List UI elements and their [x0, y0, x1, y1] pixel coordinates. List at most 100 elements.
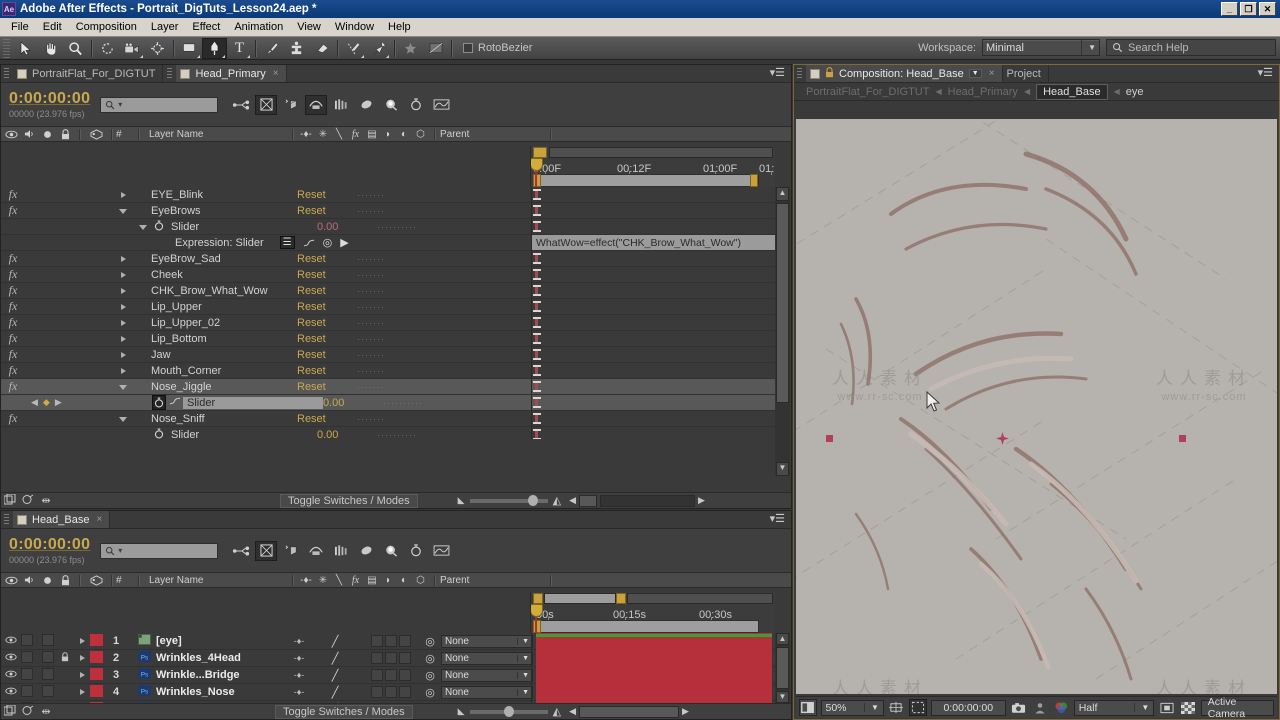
- playhead-handle[interactable]: [531, 604, 543, 617]
- property-value[interactable]: Reset: [297, 349, 357, 361]
- scroll-thumb[interactable]: [776, 647, 789, 689]
- zoom-slider[interactable]: [469, 494, 548, 506]
- property-value[interactable]: 0.00: [317, 221, 377, 233]
- parent-pickwhip-icon[interactable]: ◎: [419, 635, 441, 648]
- stopwatch-icon[interactable]: [152, 394, 166, 410]
- hide-shy-layers-icon[interactable]: [280, 541, 302, 561]
- label-color-swatch[interactable]: [90, 633, 103, 646]
- menu-item-effect[interactable]: Effect: [185, 19, 227, 35]
- timeline-base-vscrollbar[interactable]: ▲ ▼: [775, 633, 790, 703]
- work-area-end-handle[interactable]: [616, 593, 626, 604]
- twirl-open-icon[interactable]: [119, 208, 127, 214]
- current-timecode[interactable]: 0:00:00:00 00000 (23.976 fps): [1, 90, 90, 119]
- property-value[interactable]: Reset: [297, 189, 357, 201]
- enable-motion-blur-icon[interactable]: [330, 541, 352, 561]
- label-color-swatch[interactable]: [90, 684, 103, 697]
- layer-visibility-toggle[interactable]: [1, 635, 21, 647]
- work-area-start-handle[interactable]: [533, 593, 543, 604]
- menu-item-edit[interactable]: Edit: [36, 19, 69, 35]
- frame-blend-switch[interactable]: [371, 652, 383, 664]
- close-icon[interactable]: ×: [273, 68, 279, 79]
- draft-3d-icon[interactable]: [255, 94, 278, 115]
- close-icon[interactable]: ×: [989, 68, 995, 79]
- parent-dropdown[interactable]: None ▼: [441, 685, 533, 699]
- hscroll-right-icon[interactable]: ▶: [698, 495, 705, 506]
- panel-grip[interactable]: [4, 68, 9, 79]
- solo-toggle[interactable]: [39, 650, 56, 666]
- twirl-open-icon[interactable]: [119, 384, 127, 390]
- maximize-button[interactable]: ❐: [1240, 2, 1257, 16]
- layer-visibility-toggle[interactable]: [1, 669, 21, 681]
- parent-dropdown[interactable]: None ▼: [441, 634, 533, 648]
- layer-name[interactable]: Wrinkle...Bridge: [154, 669, 289, 681]
- comp-switches-icon[interactable]: [19, 494, 37, 508]
- layer-name[interactable]: Wrinkles_Nose: [154, 686, 289, 698]
- shape-tool-icon[interactable]: [177, 38, 202, 59]
- checkerboard-icon[interactable]: [1180, 699, 1197, 716]
- solo-toggle[interactable]: [39, 633, 56, 649]
- panel-menu-icon[interactable]: ▾☰: [770, 68, 785, 79]
- property-value[interactable]: Reset: [297, 413, 357, 425]
- parent-dropdown[interactable]: None ▼: [441, 651, 533, 665]
- menu-item-composition[interactable]: Composition: [69, 19, 144, 35]
- camera-view-dropdown[interactable]: Active Camera: [1200, 696, 1274, 720]
- menu-item-window[interactable]: Window: [328, 19, 381, 35]
- draft-3d-icon[interactable]: [255, 540, 278, 561]
- rotobezier-option[interactable]: RotoBezier: [463, 42, 532, 54]
- audio-toggle[interactable]: [21, 650, 33, 663]
- zoom-slider[interactable]: [469, 705, 548, 717]
- current-timecode[interactable]: 0:00:00:00 00000 (23.976 fps): [1, 536, 90, 565]
- region-of-interest-icon[interactable]: [909, 699, 927, 716]
- tab-head-base[interactable]: Head_Base ×: [13, 511, 111, 528]
- transparency-grid-icon[interactable]: [1158, 699, 1175, 716]
- layer-handle[interactable]: [1179, 435, 1186, 442]
- auto-keyframe-icon[interactable]: [405, 541, 427, 561]
- twirl-closed-icon[interactable]: [120, 351, 126, 358]
- panel-menu-icon[interactable]: ▾☰: [1258, 68, 1273, 79]
- search-help-input[interactable]: Search Help: [1106, 39, 1276, 56]
- twirl-closed-icon[interactable]: [120, 287, 126, 294]
- close-icon[interactable]: ×: [97, 514, 103, 525]
- property-value[interactable]: Reset: [297, 317, 357, 329]
- work-area-bar[interactable]: [544, 593, 616, 604]
- tab-project[interactable]: Project: [1002, 65, 1049, 82]
- scroll-thumb[interactable]: [776, 203, 789, 403]
- comp-switches-icon[interactable]: [19, 705, 37, 719]
- enable-motion-blur-icon[interactable]: [330, 95, 352, 115]
- breadcrumb-item-eye[interactable]: eye: [1126, 86, 1144, 98]
- hscroll-track[interactable]: [599, 494, 695, 507]
- motion-blur-switch[interactable]: [385, 635, 397, 647]
- quality-switch[interactable]: ╱: [325, 652, 345, 665]
- property-value[interactable]: Reset: [297, 333, 357, 345]
- zoom-right-handle[interactable]: [750, 174, 758, 187]
- pan-behind-tool-icon[interactable]: [145, 38, 170, 59]
- eraser-tool-icon[interactable]: [309, 38, 334, 59]
- layer-duration-bar[interactable]: [536, 650, 772, 667]
- adjustment-switch[interactable]: [399, 652, 411, 664]
- twirl-closed-icon[interactable]: [79, 638, 85, 644]
- layer-visibility-toggle[interactable]: [1, 686, 21, 698]
- audio-toggle[interactable]: [21, 633, 33, 646]
- quality-switch[interactable]: ╱: [325, 669, 345, 682]
- pen-tool-icon[interactable]: [202, 37, 227, 59]
- graph-editor-icon[interactable]: [430, 541, 452, 561]
- twirl-closed-icon[interactable]: [120, 255, 126, 262]
- toggle-switches-modes-button[interactable]: Toggle Switches / Modes: [275, 704, 413, 719]
- time-zoom-bar[interactable]: [534, 174, 759, 187]
- frame-blend-switch[interactable]: [371, 686, 383, 698]
- property-value[interactable]: Reset: [297, 381, 357, 393]
- layer-duration-bar[interactable]: [536, 667, 772, 684]
- twirl-closed-icon[interactable]: [120, 303, 126, 310]
- graph-editor-icon[interactable]: [430, 95, 452, 115]
- breadcrumb-item-portraitflat[interactable]: PortraitFlat_For_DIGTUT: [806, 86, 929, 98]
- menu-item-view[interactable]: View: [290, 19, 328, 35]
- comp-timecode[interactable]: 0:00:00:00: [930, 699, 1007, 716]
- zoom-slider-thumb[interactable]: [503, 705, 514, 717]
- label-color-swatch[interactable]: [90, 667, 103, 680]
- playhead-handle[interactable]: [531, 158, 543, 171]
- keyframe-next-icon[interactable]: ▶: [55, 397, 62, 408]
- timeline-base-ruler[interactable]: 00s 00:15s 00:30s: [530, 592, 775, 633]
- timeline-search-input[interactable]: ▾: [100, 542, 219, 559]
- quality-switch[interactable]: ╱: [325, 686, 345, 699]
- shy-switch[interactable]: -♦-: [289, 653, 309, 663]
